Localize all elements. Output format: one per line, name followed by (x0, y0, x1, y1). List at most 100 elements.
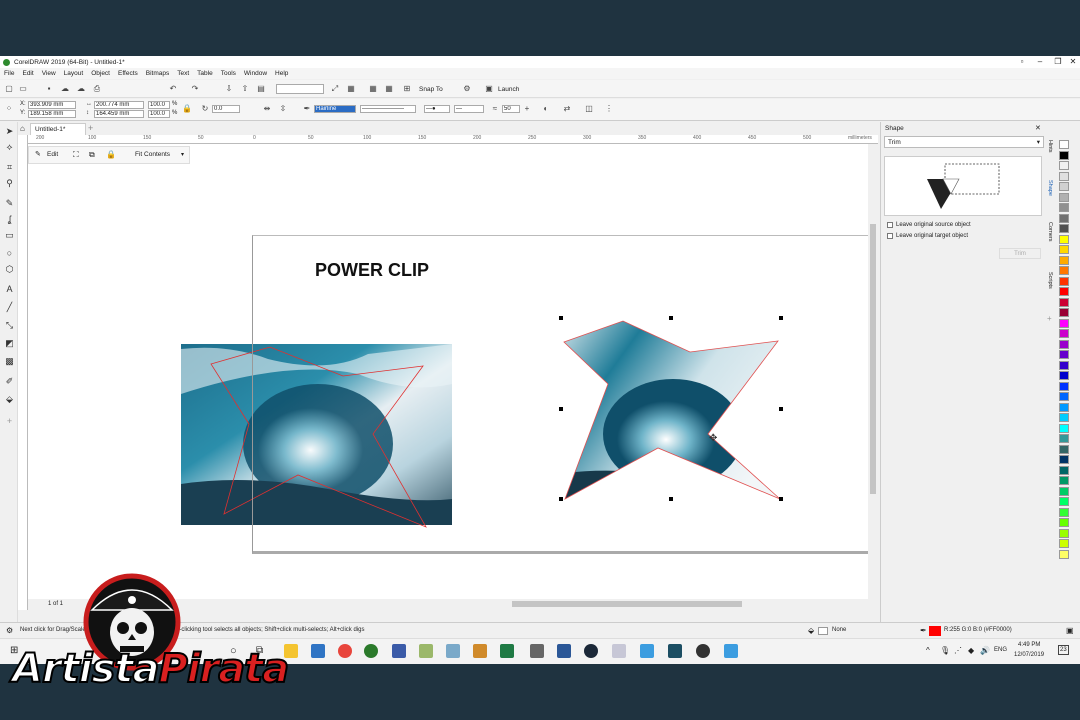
calculator-icon[interactable] (530, 644, 544, 658)
mirror-vertical-icon[interactable]: ⇳ (278, 104, 288, 114)
menu-layout[interactable]: Layout (60, 70, 88, 77)
palette-swatch[interactable] (1059, 549, 1069, 559)
menu-bitmaps[interactable]: Bitmaps (142, 70, 173, 77)
connector-tool-icon[interactable]: ⤡ (4, 320, 15, 331)
palette-swatch[interactable] (1059, 528, 1069, 538)
palette-swatch[interactable] (1059, 266, 1069, 275)
palette-swatch[interactable] (1059, 255, 1069, 265)
extract-contents-icon[interactable]: ⧉ (89, 150, 95, 160)
network-icon[interactable]: ⋰ (954, 646, 962, 655)
shape-tool-icon[interactable]: ⟡ (4, 142, 15, 153)
language-indicator[interactable]: ENG (994, 647, 1007, 653)
app-icon[interactable] (668, 644, 682, 658)
app-icon[interactable] (724, 644, 738, 658)
palette-swatch[interactable] (1059, 339, 1069, 349)
palette-swatch[interactable] (1059, 203, 1069, 212)
scale-x-field[interactable]: 100.0 (148, 101, 170, 109)
increment-icon[interactable]: + (522, 104, 532, 114)
palette-swatch[interactable] (1059, 444, 1069, 454)
outline-width-select[interactable]: Hairline (314, 105, 356, 113)
menu-view[interactable]: View (38, 70, 60, 77)
horizontal-scrollbar[interactable] (452, 599, 868, 609)
text-tool-icon[interactable]: A (4, 284, 15, 295)
tab-shape[interactable]: Shape (1047, 180, 1053, 196)
y-position-field[interactable]: 189.158 mm (28, 110, 76, 118)
notification-badge[interactable]: 23 (1058, 645, 1069, 655)
align-nodes-icon[interactable]: ⋮ (604, 104, 614, 114)
palette-swatch[interactable] (1059, 224, 1069, 233)
chrome-icon[interactable] (338, 644, 352, 658)
menu-table[interactable]: Table (193, 70, 217, 77)
snap-to-dropdown[interactable]: Snap To (419, 86, 443, 93)
app-icon[interactable] (696, 644, 710, 658)
artistic-media-icon[interactable]: ʆ (4, 214, 15, 225)
vertical-scrollbar[interactable] (868, 144, 878, 602)
horizontal-ruler[interactable]: 200 100 150 50 0 50 100 150 200 250 300 … (28, 135, 878, 144)
transparency-tool-icon[interactable]: ▩ (4, 356, 15, 367)
zoom-level-select[interactable] (276, 84, 324, 94)
menu-file[interactable]: File (0, 70, 18, 77)
ellipse-tool-icon[interactable]: ○ (4, 248, 15, 259)
illustrator-icon[interactable] (473, 644, 487, 658)
scale-y-field[interactable]: 100.0 (148, 110, 170, 118)
palette-swatch[interactable] (1059, 518, 1069, 527)
coreldraw-taskbar-icon[interactable] (364, 644, 378, 658)
zoom-tool-icon[interactable]: ⚲ (4, 178, 15, 189)
menu-object[interactable]: Object (87, 70, 114, 77)
fill-tool-icon[interactable]: ⬙ (4, 394, 15, 405)
horizontal-scroll-thumb[interactable] (512, 601, 742, 607)
redo-icon[interactable]: ↷ (190, 84, 200, 94)
menu-window[interactable]: Window (240, 70, 271, 77)
mirror-horizontal-icon[interactable]: ⇹ (262, 104, 272, 114)
microphone-icon[interactable]: 🎙 (940, 646, 950, 655)
tab-corners[interactable]: Corners (1047, 222, 1053, 242)
outline-pen-icon[interactable]: ✒ (302, 104, 312, 114)
show-grid-icon[interactable]: ▦ (368, 84, 378, 94)
cloud-upload-icon[interactable]: ☁ (60, 84, 70, 94)
export-icon[interactable]: ⇧ (240, 84, 250, 94)
open-icon[interactable]: ▭ (18, 84, 28, 94)
drop-shadow-tool-icon[interactable]: ◩ (4, 338, 15, 349)
start-arrowhead-select[interactable]: —● (424, 105, 450, 113)
tab-scripts[interactable]: Scripts (1047, 272, 1053, 289)
volume-icon[interactable]: 🔊 (980, 646, 990, 655)
fit-contents-dropdown[interactable]: Fit Contents (135, 151, 170, 158)
palette-swatch[interactable] (1059, 476, 1069, 485)
outline-swatch[interactable] (929, 626, 941, 636)
fill-swatch[interactable] (818, 627, 828, 635)
publish-pdf-icon[interactable]: ▤ (256, 84, 266, 94)
eyedropper-tool-icon[interactable]: ✐ (4, 376, 15, 387)
new-document-icon[interactable]: ▢ (4, 84, 14, 94)
vertical-scroll-thumb[interactable] (870, 224, 876, 494)
restore-icon[interactable]: ▫ (1013, 56, 1031, 68)
close-button[interactable]: ✕ (1064, 56, 1080, 68)
pick-tool-icon[interactable]: ➤ (4, 126, 15, 137)
add-docker-icon[interactable]: + (1047, 314, 1052, 323)
palette-swatch[interactable] (1059, 497, 1069, 506)
extract-subpath-icon[interactable]: ◫ (584, 104, 594, 114)
palette-swatch[interactable] (1059, 329, 1069, 338)
height-field[interactable]: 164.459 mm (94, 110, 144, 118)
palette-swatch[interactable] (1059, 192, 1069, 202)
x-position-field[interactable]: 393.909 mm (28, 101, 76, 109)
menu-help[interactable]: Help (271, 70, 292, 77)
undo-icon[interactable]: ↶ (168, 84, 178, 94)
trim-apply-button[interactable]: Trim (999, 248, 1041, 259)
vertical-ruler[interactable] (18, 135, 28, 610)
menu-edit[interactable]: Edit (18, 70, 37, 77)
palette-swatch[interactable] (1059, 171, 1069, 181)
line-tool-icon[interactable]: ╱ (4, 302, 15, 313)
minimize-button[interactable]: – (1031, 56, 1049, 68)
chevron-down-icon[interactable]: ▾ (181, 151, 184, 158)
menu-text[interactable]: Text (173, 70, 193, 77)
app-icon[interactable] (392, 644, 406, 658)
palette-swatch[interactable] (1059, 360, 1069, 370)
palette-swatch[interactable] (1059, 455, 1069, 464)
palette-swatch[interactable] (1059, 234, 1069, 244)
docker-close-icon[interactable]: ✕ (1035, 124, 1041, 132)
close-curve-icon[interactable]: ◖ (540, 104, 550, 114)
home-icon[interactable]: ⌂ (20, 124, 25, 133)
leave-source-checkbox[interactable]: Leave original source object (887, 222, 971, 228)
tab-untitled-1[interactable]: Untitled-1* (30, 123, 86, 135)
app-icon[interactable] (640, 644, 654, 658)
